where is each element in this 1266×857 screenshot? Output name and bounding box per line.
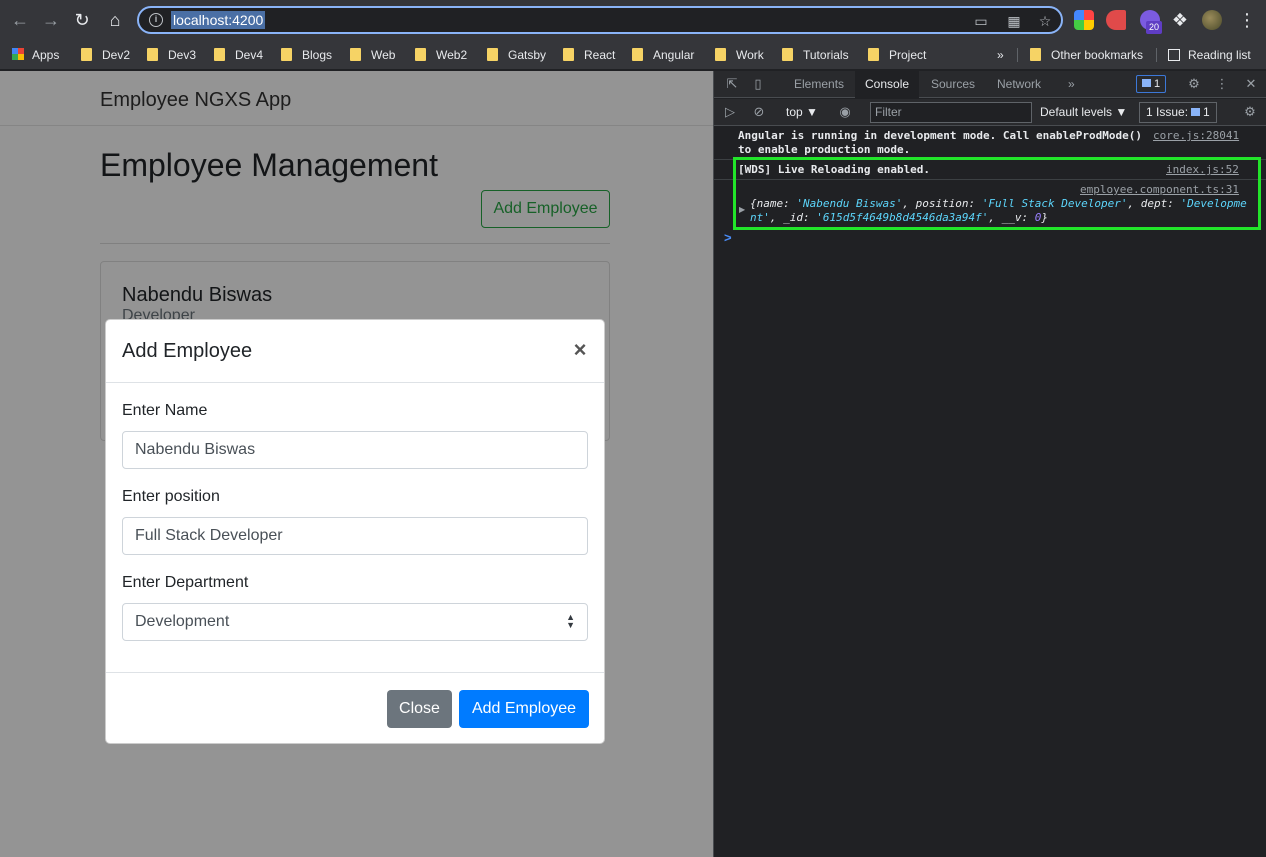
source-link[interactable]: core.js:28041 bbox=[1153, 129, 1239, 143]
select-arrows-icon: ▲ ▼ bbox=[566, 612, 575, 630]
folder-icon bbox=[81, 48, 92, 61]
modal-title: Add Employee bbox=[122, 340, 253, 362]
device-toolbar-icon[interactable]: ▯ bbox=[750, 76, 766, 92]
message-icon bbox=[1191, 108, 1201, 116]
bookmark-folder[interactable]: Dev2 bbox=[81, 45, 130, 65]
bookmark-folder[interactable]: Project bbox=[868, 45, 926, 65]
eye-icon[interactable]: ◉ bbox=[837, 104, 853, 120]
bookmark-folder[interactable]: Tutorials bbox=[782, 45, 849, 65]
folder-icon bbox=[281, 48, 292, 61]
tab-sources[interactable]: Sources bbox=[921, 71, 985, 98]
folder-icon bbox=[415, 48, 426, 61]
puzzle-extensions-icon[interactable]: ❖ bbox=[1168, 8, 1192, 32]
site-info-icon[interactable]: i bbox=[149, 13, 163, 27]
browser-toolbar: ← → ↻ ⌂ i localhost:4200 ▭ ▦ ☆ 20 ❖ ⋮ bbox=[0, 0, 1266, 40]
clear-console-icon[interactable]: ⊘ bbox=[751, 104, 767, 120]
more-tabs-icon[interactable]: » bbox=[1058, 71, 1085, 98]
close-button[interactable]: Close bbox=[387, 690, 452, 728]
color-picker-extension-icon[interactable] bbox=[1074, 10, 1094, 30]
add-employee-modal: Add Employee × Enter Name Nabendu Biswas… bbox=[105, 319, 605, 744]
department-select[interactable]: Development ▲ ▼ bbox=[122, 603, 588, 641]
devtools-tabbar: ⇱ ▯ Elements Console Sources Network » 1… bbox=[714, 71, 1266, 98]
folder-icon bbox=[715, 48, 726, 61]
folder-icon bbox=[1030, 48, 1041, 61]
reading-list-icon bbox=[1168, 49, 1180, 61]
position-label: Enter position bbox=[122, 488, 220, 505]
bookmark-folder[interactable]: Angular bbox=[632, 45, 694, 65]
tab-network[interactable]: Network bbox=[987, 71, 1051, 98]
folder-icon bbox=[782, 48, 793, 61]
page-viewport: Employee NGXS App Employee Management Ad… bbox=[0, 71, 713, 857]
extension-badge: 20 bbox=[1146, 21, 1162, 34]
console-toolbar: ▷ ⊘ top ▼ ◉ Filter Default levels ▼ 1 Is… bbox=[714, 99, 1266, 126]
department-selected-value: Development bbox=[135, 613, 230, 630]
bookmark-star-icon[interactable]: ☆ bbox=[1036, 12, 1054, 30]
bookmark-folder[interactable]: Work bbox=[715, 45, 764, 65]
gear-icon[interactable]: ⚙ bbox=[1186, 76, 1202, 92]
reading-list[interactable]: Reading list bbox=[1168, 45, 1251, 65]
extension-icon[interactable] bbox=[1106, 10, 1126, 30]
name-input[interactable]: Nabendu Biswas bbox=[122, 431, 588, 469]
log-levels-dropdown[interactable]: Default levels ▼ bbox=[1040, 104, 1127, 120]
folder-icon bbox=[632, 48, 643, 61]
url-text[interactable]: localhost:4200 bbox=[171, 11, 266, 29]
divider bbox=[1017, 48, 1018, 62]
modal-footer-divider bbox=[106, 672, 604, 673]
close-icon[interactable]: × bbox=[572, 338, 588, 362]
message-icon bbox=[1142, 79, 1151, 87]
bookmark-folder[interactable]: Web bbox=[350, 45, 395, 65]
folder-icon bbox=[350, 48, 361, 61]
name-label: Enter Name bbox=[122, 402, 208, 419]
position-input[interactable]: Full Stack Developer bbox=[122, 517, 588, 555]
reload-icon[interactable]: ↻ bbox=[70, 8, 94, 32]
modal-header: Add Employee × bbox=[106, 320, 604, 383]
department-label: Enter Department bbox=[122, 574, 249, 591]
bookmarks-overflow[interactable]: » bbox=[997, 45, 1004, 65]
bookmark-folder[interactable]: Gatsby bbox=[487, 45, 546, 65]
kebab-menu-icon[interactable]: ⋮ bbox=[1238, 8, 1256, 32]
folder-icon bbox=[147, 48, 158, 61]
bookmark-apps[interactable]: Apps bbox=[12, 45, 59, 65]
folder-icon bbox=[487, 48, 498, 61]
sidebar-toggle-icon[interactable]: ▷ bbox=[722, 104, 738, 120]
issues-button[interactable]: 1 Issue: 1 bbox=[1139, 102, 1217, 123]
folder-icon bbox=[868, 48, 879, 61]
forward-icon[interactable]: → bbox=[39, 8, 63, 32]
console-prompt[interactable]: > bbox=[724, 230, 732, 245]
bookmarks-bar: Apps Dev2 Dev3 Dev4 Blogs Web Web2 Gatsb… bbox=[0, 40, 1266, 70]
bookmark-folder[interactable]: Dev4 bbox=[214, 45, 263, 65]
folder-icon bbox=[563, 48, 574, 61]
inspect-element-icon[interactable]: ⇱ bbox=[724, 76, 740, 92]
cast-icon[interactable]: ▭ bbox=[972, 12, 990, 30]
apps-grid-icon bbox=[12, 48, 24, 60]
divider bbox=[1156, 48, 1157, 62]
console-message: Angular is running in development mode. … bbox=[738, 129, 1142, 156]
highlight-box bbox=[733, 157, 1261, 230]
home-icon[interactable]: ⌂ bbox=[103, 8, 127, 32]
context-selector[interactable]: top ▼ bbox=[786, 104, 818, 120]
messages-badge[interactable]: 1 bbox=[1136, 75, 1167, 93]
folder-icon bbox=[214, 48, 225, 61]
kebab-menu-icon[interactable]: ⋮ bbox=[1214, 76, 1230, 92]
other-bookmarks[interactable]: Other bookmarks bbox=[1030, 45, 1143, 65]
gear-icon[interactable]: ⚙ bbox=[1242, 104, 1258, 120]
bookmark-folder[interactable]: Web2 bbox=[415, 45, 467, 65]
tab-elements[interactable]: Elements bbox=[784, 71, 854, 98]
bookmark-folder[interactable]: React bbox=[563, 45, 615, 65]
bookmark-folder[interactable]: Dev3 bbox=[147, 45, 196, 65]
bookmark-folder[interactable]: Blogs bbox=[281, 45, 332, 65]
close-icon[interactable]: ✕ bbox=[1243, 76, 1259, 92]
avatar[interactable] bbox=[1202, 10, 1222, 30]
qr-code-icon[interactable]: ▦ bbox=[1005, 12, 1023, 30]
console-filter-input[interactable]: Filter bbox=[870, 102, 1032, 123]
tab-console[interactable]: Console bbox=[855, 71, 920, 98]
address-bar[interactable]: i localhost:4200 ▭ ▦ ☆ bbox=[137, 6, 1063, 34]
back-icon[interactable]: ← bbox=[8, 8, 32, 32]
submit-add-employee-button[interactable]: Add Employee bbox=[459, 690, 589, 728]
devtools-panel: ⇱ ▯ Elements Console Sources Network » 1… bbox=[713, 71, 1266, 857]
